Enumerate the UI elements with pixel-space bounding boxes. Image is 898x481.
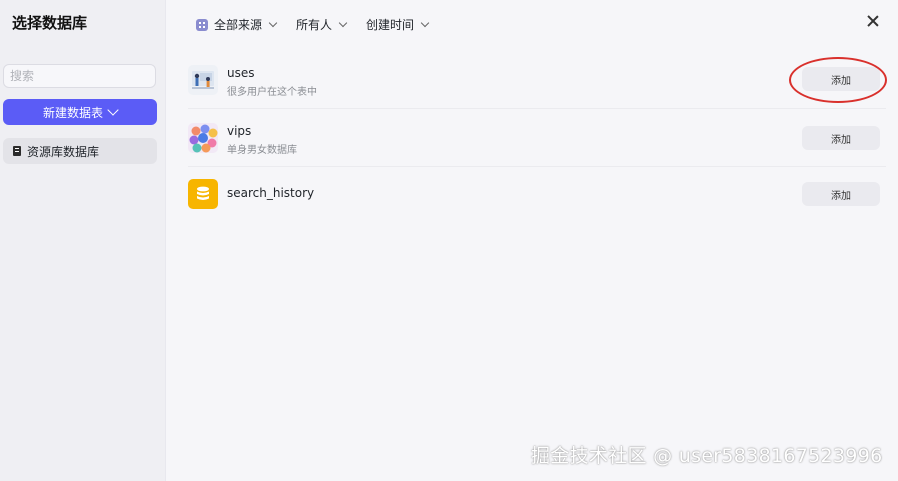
highlight-ring [789,57,887,103]
avatars-thumbnail [188,123,218,153]
sidebar-item-resource-db[interactable]: 资源库数据库 [3,138,157,164]
database-name: vips [227,124,252,138]
chevron-down-icon [268,18,278,28]
add-button[interactable]: 添加 [802,126,880,150]
sidebar-title: 选择数据库 [12,14,88,32]
new-table-button[interactable]: 新建数据表 [3,99,157,125]
chevron-down-icon [107,104,119,116]
database-name: uses [227,66,255,80]
filter-label: 所有人 [296,18,333,32]
main-panel: 全部来源 所有人 创建时间 uses 很多用户在这个表中 添加 vips 单身男… [167,0,898,481]
filter-source[interactable]: 全部来源 [196,16,278,33]
divider [188,166,886,167]
chevron-down-icon [338,18,348,28]
filter-created-time[interactable]: 创建时间 [366,16,430,33]
close-icon[interactable] [865,13,881,29]
list-item[interactable]: vips 单身男女数据库 添加 [188,115,886,167]
database-description: 很多用户在这个表中 [227,87,317,98]
grid-icon [196,18,208,31]
list-item[interactable]: uses 很多用户在这个表中 添加 [188,57,886,109]
new-table-label: 新建数据表 [42,105,103,120]
search-input[interactable] [3,64,156,88]
filter-owner[interactable]: 所有人 [296,16,348,33]
add-button[interactable]: 添加 [802,182,880,206]
watermark: 掘金技术社区 @ user5838167523996 [531,445,883,467]
divider [188,108,886,109]
database-book-icon [13,146,21,156]
chevron-down-icon [420,18,430,28]
illustration-thumbnail [188,65,218,95]
list-item[interactable]: search_history 添加 [188,171,886,223]
sidebar: 选择数据库 新建数据表 资源库数据库 [0,0,166,481]
filter-bar: 全部来源 所有人 创建时间 [196,16,430,33]
database-description: 单身男女数据库 [227,145,297,156]
filter-label: 全部来源 [214,18,263,32]
sidebar-item-label: 资源库数据库 [27,144,100,159]
database-name: search_history [227,186,315,200]
database-icon [188,179,218,209]
filter-label: 创建时间 [366,18,415,32]
